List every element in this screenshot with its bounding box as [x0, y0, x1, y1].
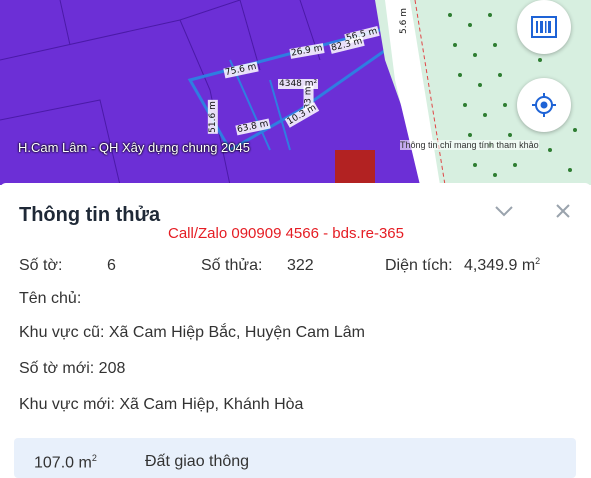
parcel-map[interactable] — [0, 0, 591, 185]
crosshair-icon — [532, 93, 556, 117]
land-use-type: Đất giao thông — [145, 453, 250, 470]
dim-label: 5.6 m — [398, 7, 409, 35]
khu-vuc-moi-value: Xã Cam Hiệp, Khánh Hòa — [119, 396, 304, 413]
new-area-row: Khu vực mới: Xã Cam Hiệp, Khánh Hòa — [19, 396, 303, 414]
dien-tich-value: 4,349.9 m2 — [464, 256, 541, 275]
khu-vuc-moi-label: Khu vực mới: — [19, 396, 115, 413]
map-layer-title: H.Cam Lâm - QH Xây dựng chung 2045 — [18, 140, 250, 155]
so-to-label: Số tờ: — [19, 257, 63, 275]
barcode-icon — [531, 16, 557, 38]
panel-title: Thông tin thửa — [19, 204, 161, 226]
close-button[interactable] — [551, 199, 575, 223]
so-to-value: 6 — [107, 257, 116, 275]
parcel-info-panel: Thông tin thửa Call/Zalo 090909 4566 - b… — [0, 183, 591, 478]
khu-vuc-cu-value: Xã Cam Hiệp Bắc, Huyện Cam Lâm — [108, 324, 365, 341]
so-to-moi-label: Số tờ mới: — [19, 360, 95, 377]
close-icon — [556, 204, 570, 218]
old-area-row: Khu vực cũ: Xã Cam Hiệp Bắc, Huyện Cam L… — [19, 324, 365, 342]
land-use-item[interactable]: 107.0 m2 Đất giao thông — [14, 438, 576, 478]
ten-chu-label: Tên chủ: — [19, 290, 82, 307]
new-sheet-row: Số tờ mới: 208 — [19, 360, 125, 378]
owner-row: Tên chủ: — [19, 290, 86, 308]
so-thua-value: 322 — [287, 257, 314, 275]
so-thua-label: Số thửa: — [201, 257, 263, 275]
barcode-button[interactable] — [517, 0, 571, 54]
chevron-down-icon — [495, 206, 513, 217]
contact-watermark: Call/Zalo 090909 4566 - bds.re-365 — [168, 225, 404, 242]
parcel-summary-row: Số tờ: 6 Số thửa: 322 Diện tích: 4,349.9 m2 — [19, 256, 540, 275]
collapse-button[interactable] — [492, 199, 516, 223]
map-view[interactable]: 5.6 m 56.5 m 82.3 m 26.9 m 75.6 m 4348 m… — [0, 0, 591, 185]
map-disclaimer: Thông tin chỉ mang tính tham khảo — [400, 140, 539, 150]
locate-button[interactable] — [517, 78, 571, 132]
so-to-moi-value: 208 — [98, 360, 126, 377]
khu-vuc-cu-label: Khu vực cũ: — [19, 324, 105, 341]
land-use-area: 107.0 m2 — [34, 453, 97, 472]
dien-tich-label: Diện tích: — [385, 257, 453, 275]
dim-label: 51.6 m — [207, 100, 218, 134]
